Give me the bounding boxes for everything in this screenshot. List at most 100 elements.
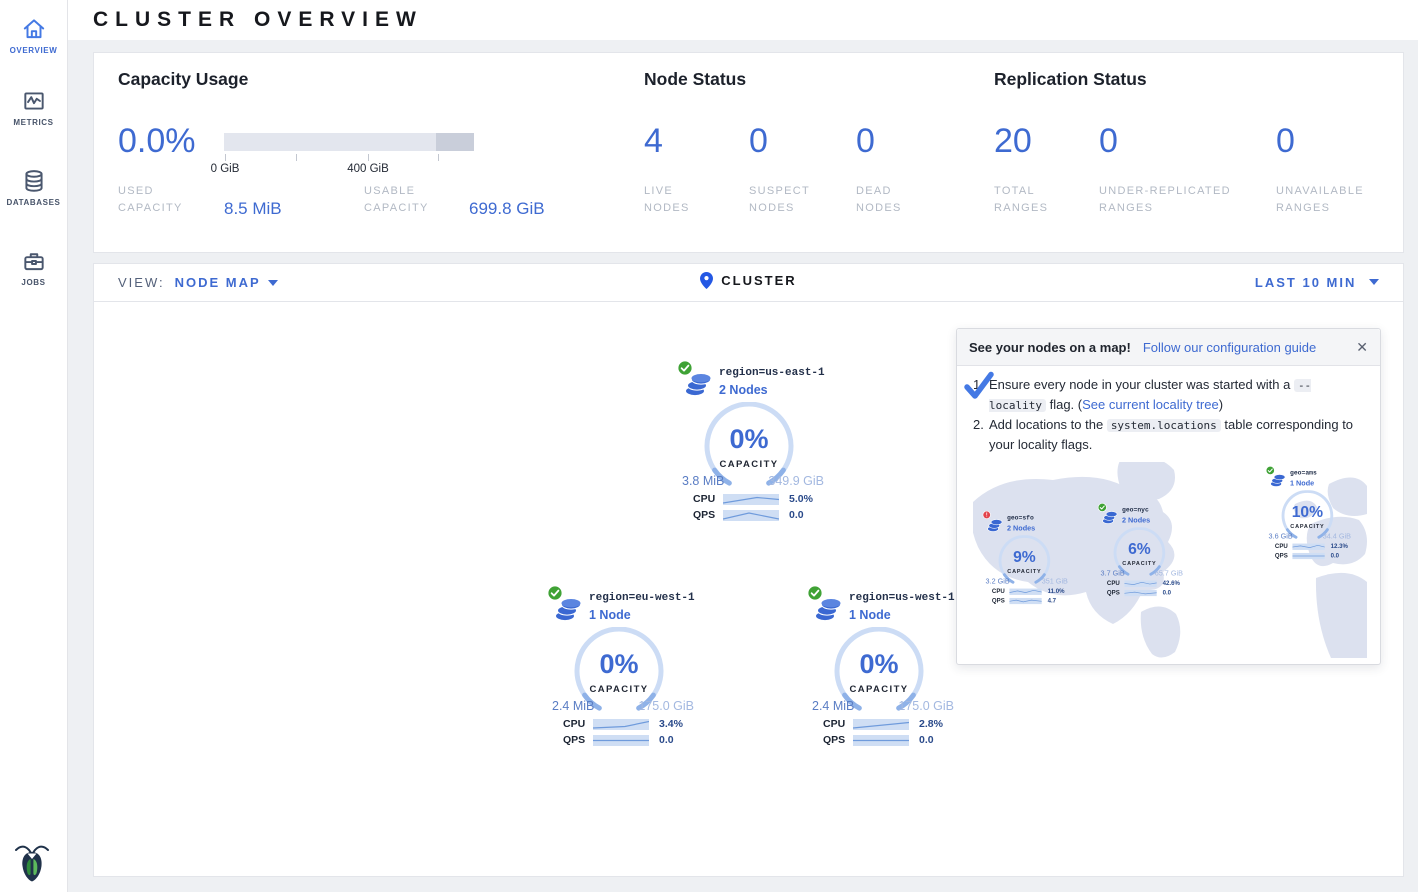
nodes-count-link[interactable]: 2 Nodes — [719, 383, 768, 397]
sidebar: OVERVIEW METRICS DATABASES JOBS — [0, 0, 68, 892]
node-group-eu-west-1[interactable]: region=eu-west-1 1 Node 0% CAPACITY 2.4 … — [539, 587, 699, 752]
axis-tick — [438, 154, 439, 161]
metrics-icon — [21, 88, 47, 114]
dead-nodes-value: 0 — [856, 123, 875, 159]
step-text: flag. ( — [1046, 397, 1082, 412]
page-title: CLUSTER OVERVIEW — [93, 8, 423, 32]
capacity-percent: 6% — [1112, 540, 1168, 558]
total-capacity: 34.4 GiB — [1323, 532, 1351, 540]
qps-value: 0.0 — [789, 509, 804, 521]
cpu-label: CPU — [1275, 543, 1292, 550]
tick-label-0gib: 0 GiB — [195, 163, 255, 175]
live-nodes-value: 4 — [644, 123, 663, 159]
cpu-sparkline — [723, 494, 779, 505]
example-node-map: ! geo=sfo 2 Nodes — [973, 462, 1367, 658]
suspect-nodes-value: 0 — [749, 123, 768, 159]
step-complete-check-icon — [964, 371, 994, 401]
capacity-label: CAPACITY — [1280, 523, 1336, 529]
qps-sparkline — [723, 510, 779, 521]
databases-icon — [21, 168, 47, 194]
replication-status-title: Replication Status — [994, 69, 1147, 90]
step-text: Add locations to the — [989, 417, 1107, 432]
sidebar-item-overview[interactable]: OVERVIEW — [0, 16, 67, 55]
under-replicated-label: UNDER-REPLICATED RANGES — [1099, 183, 1259, 217]
cpu-sparkline — [593, 719, 649, 730]
nodes-count-link[interactable]: 1 Node — [849, 608, 891, 622]
nodes-count-link[interactable]: 1 Node — [589, 608, 631, 622]
breadcrumb-cluster: CLUSTER — [721, 273, 796, 288]
cpu-value: 3.4% — [659, 718, 683, 730]
jobs-icon — [21, 248, 47, 274]
step-text: ) — [1219, 397, 1223, 412]
usable-capacity-label: USABLE CAPACITY — [364, 183, 454, 217]
used-capacity: 3.2 GiB — [986, 577, 1010, 585]
configuration-guide-link[interactable]: Follow our configuration guide — [1143, 340, 1316, 355]
qps-value: 4.7 — [1048, 597, 1056, 604]
cpu-sparkline — [1292, 543, 1324, 549]
healthy-check-icon — [1266, 466, 1275, 475]
sidebar-item-label: METRICS — [0, 118, 67, 127]
cluster-overview-page: OVERVIEW METRICS DATABASES JOBS — [0, 0, 1418, 892]
locality-tree-link[interactable]: See current locality tree — [1082, 397, 1219, 412]
close-icon[interactable]: ✕ — [1356, 339, 1368, 356]
sidebar-item-jobs[interactable]: JOBS — [0, 248, 67, 287]
sidebar-item-label: DATABASES — [0, 198, 67, 207]
capacity-percent: 0% — [571, 649, 667, 680]
used-capacity: 3.6 GiB — [1269, 532, 1293, 540]
cockroachdb-logo — [13, 842, 51, 882]
region-label: geo=ams — [1290, 470, 1317, 477]
total-capacity: 175.0 GiB — [898, 699, 954, 713]
region-label: region=eu-west-1 — [589, 592, 695, 604]
cpu-sparkline — [853, 719, 909, 730]
home-icon — [21, 16, 47, 42]
unavailable-ranges-label: UNAVAILABLE RANGES — [1276, 183, 1391, 217]
chevron-down-icon[interactable] — [1369, 279, 1379, 285]
qps-row: QPS 0.0 — [693, 509, 829, 521]
healthy-check-icon — [807, 585, 823, 601]
capacity-label: CAPACITY — [997, 568, 1053, 574]
node-group-us-east-1[interactable]: region=us-east-1 2 Nodes 0% CAPACITY 3.8… — [669, 362, 829, 527]
tick-label-400gib: 400 GiB — [338, 163, 398, 175]
region-label: geo=nyc — [1122, 507, 1149, 514]
unavailable-ranges-value: 0 — [1276, 123, 1295, 159]
total-capacity: 351 GiB — [1042, 577, 1068, 585]
qps-label: QPS — [563, 734, 593, 746]
capacity-percent: 0% — [701, 424, 797, 455]
time-range-selector[interactable]: LAST 10 MIN — [1255, 275, 1379, 290]
total-capacity: 349.9 GiB — [768, 474, 824, 488]
setup-step-2: 2. Add locations to the system.locations… — [973, 416, 1366, 454]
qps-label: QPS — [693, 509, 723, 521]
nodes-count: 2 Nodes — [1007, 524, 1035, 532]
region-label: geo=sfo — [1007, 515, 1034, 522]
total-ranges-label: TOTAL RANGES — [994, 183, 1069, 217]
step-text: Ensure every node in your cluster was st… — [989, 377, 1294, 392]
qps-sparkline — [593, 735, 649, 746]
view-bar: VIEW: NODE MAP CLUSTER LAST 10 MIN — [94, 264, 1403, 302]
capacity-percent: 0% — [831, 649, 927, 680]
cpu-value: 11.0% — [1048, 588, 1065, 595]
qps-value: 0.0 — [919, 734, 934, 746]
used-capacity-label: USED CAPACITY — [118, 183, 204, 217]
sidebar-item-metrics[interactable]: METRICS — [0, 88, 67, 127]
error-badge-icon: ! — [983, 511, 991, 519]
sidebar-item-databases[interactable]: DATABASES — [0, 168, 67, 207]
region-label: region=us-west-1 — [849, 592, 955, 604]
cpu-label: CPU — [823, 718, 853, 730]
sidebar-item-label: JOBS — [0, 278, 67, 287]
used-capacity-value: 8.5 MiB — [224, 199, 282, 219]
node-status-title: Node Status — [644, 69, 746, 90]
live-nodes-label: LIVE NODES — [644, 183, 714, 217]
cpu-label: CPU — [1107, 580, 1124, 587]
qps-sparkline — [1009, 598, 1041, 604]
axis-tick — [368, 154, 369, 161]
used-capacity: 2.4 MiB — [812, 699, 854, 713]
healthy-check-icon — [1098, 503, 1107, 512]
tooltip-header: See your nodes on a map! Follow our conf… — [957, 329, 1380, 366]
qps-label: QPS — [992, 597, 1009, 604]
axis-tick — [225, 154, 226, 161]
cpu-value: 2.8% — [919, 718, 943, 730]
node-group-us-west-1[interactable]: region=us-west-1 1 Node 0% CAPACITY 2.4 … — [799, 587, 959, 752]
capacity-stats: 3.8 MiB 349.9 GiB — [669, 474, 829, 488]
cpu-value: 5.0% — [789, 493, 813, 505]
step-number: 2. — [973, 416, 989, 454]
